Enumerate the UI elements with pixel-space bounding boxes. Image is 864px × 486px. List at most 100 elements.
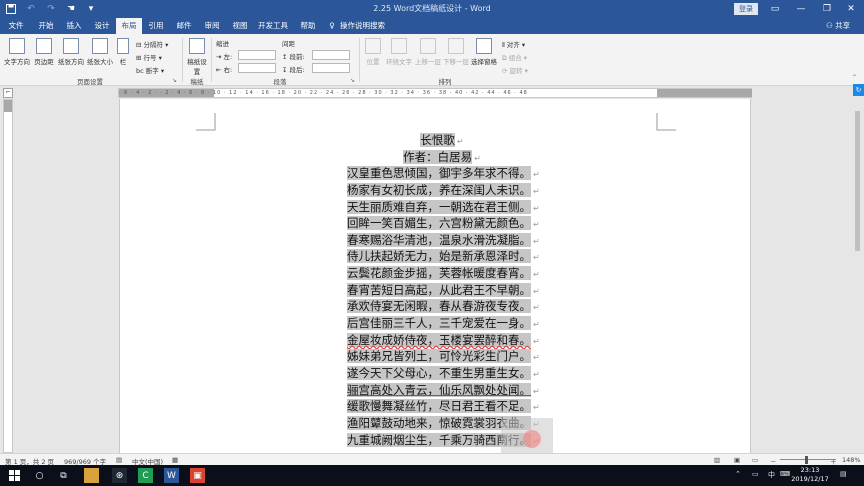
login-button[interactable]: 登录 (734, 3, 758, 15)
indent-right-input[interactable] (238, 63, 276, 73)
tab-insert[interactable]: 插入 (62, 18, 86, 34)
align-button[interactable]: ⫴ 对齐 ▾ (502, 39, 525, 50)
vertical-ruler[interactable] (3, 99, 13, 453)
tell-me-search[interactable]: 操作说明搜索 (340, 18, 396, 34)
web-layout-icon[interactable]: ▭ (752, 456, 758, 464)
tab-developer[interactable]: 开发工具 (256, 18, 290, 34)
tab-file[interactable]: 文件 (4, 18, 28, 34)
tab-selector-icon[interactable]: ⌐ (3, 88, 13, 98)
size-button[interactable]: 纸张大小 (86, 38, 114, 66)
spacing-after-input[interactable] (312, 63, 350, 73)
macro-recording-icon[interactable]: ▦ (172, 456, 178, 464)
poem-text[interactable]: 长恨歌 ↵ 作者：白居易 ↵ 汉皇重色思倾国，御宇多年求不得。 ↵ 杨家有女初长成，养… (347, 132, 540, 448)
size-label: 纸张大小 (87, 58, 113, 66)
page-setup-launcher-icon[interactable]: ↘ (172, 77, 177, 84)
print-layout-icon[interactable]: ▣ (734, 456, 740, 464)
top-margin-shade (4, 100, 12, 112)
line-numbers-label: 行号 (143, 54, 157, 62)
paragraph-launcher-icon[interactable]: ↘ (350, 77, 355, 84)
scrollbar-thumb[interactable] (855, 111, 860, 251)
send-backward-button[interactable]: 下移一层 (442, 38, 470, 66)
tab-design[interactable]: 设计 (90, 18, 114, 34)
indent-left-input[interactable] (238, 50, 276, 60)
close-icon[interactable]: ✕ (838, 0, 864, 18)
tab-help[interactable]: 帮助 (296, 18, 320, 34)
poem-line-text: 春宵苦短日高起，从此君王不早朝。 (347, 282, 531, 297)
network-icon[interactable]: ▭ (752, 470, 759, 478)
group-label: 组合 (508, 54, 522, 62)
wrap-text-icon (391, 38, 407, 54)
spacing-before-text: 段前: (289, 53, 305, 61)
notification-icon[interactable]: ▤ (840, 470, 847, 478)
zoom-level[interactable]: 148% (842, 456, 861, 464)
windows-start-icon[interactable] (7, 468, 22, 483)
zoom-slider[interactable] (780, 459, 836, 460)
share-button[interactable]: ⚇ 共享 (826, 18, 850, 34)
rotate-button[interactable]: ⟳ 旋转 ▾ (502, 65, 528, 75)
selection-pane-button[interactable]: 选择窗格 (470, 38, 498, 66)
system-clock[interactable]: 23:13 2019/12/17 (790, 466, 830, 484)
recorder-icon[interactable]: ▣ (190, 468, 205, 483)
restore-icon[interactable]: ❐ (814, 0, 840, 18)
indent-right-text: 右: (223, 66, 233, 74)
zoom-slider-thumb[interactable] (805, 456, 808, 464)
paragraph-mark: ↵ (533, 203, 540, 213)
paragraph-mark: ↵ (533, 220, 540, 230)
proofing-icon[interactable]: ▤ (116, 456, 122, 464)
line-numbers-button[interactable]: ⊞ 行号 ▾ (136, 52, 162, 62)
document-page[interactable]: 长恨歌 ↵ 作者：白居易 ↵ 汉皇重色思倾国，御宇多年求不得。 ↵ 杨家有女初长成，养… (119, 99, 751, 453)
send-backward-icon (448, 38, 464, 54)
vertical-scrollbar[interactable] (852, 99, 864, 453)
tab-layout[interactable]: 布局 (116, 18, 142, 34)
read-mode-icon[interactable]: ▥ (714, 456, 720, 464)
group-button[interactable]: ⧉ 组合 ▾ (502, 52, 527, 63)
indent-heading: 缩进 (216, 40, 229, 48)
word-icon[interactable]: W (164, 468, 179, 483)
file-explorer-icon[interactable] (84, 468, 99, 483)
hyphenation-label: 断字 (145, 67, 159, 75)
spacing-after-text: 段后: (289, 66, 305, 74)
ribbon-tabs: 文件 开始 插入 设计 布局 引用 邮件 审阅 视图 开发工具 帮助 ♀ 操作说… (0, 18, 864, 34)
spacing-before-input[interactable] (312, 50, 350, 60)
tab-home[interactable]: 开始 (34, 18, 58, 34)
poem-line: 遂今天下父母心，不重生男重生女。 ↵ (347, 365, 540, 382)
breaks-button[interactable]: ⊟ 分隔符 ▾ (136, 39, 168, 49)
side-panel-icon[interactable]: ↻ (853, 84, 864, 96)
position-button[interactable]: 位置 (362, 38, 384, 66)
tab-view[interactable]: 视图 (228, 18, 252, 34)
collapse-ribbon-icon[interactable]: ⌃ (852, 74, 857, 81)
keyboard-icon[interactable]: ⌨ (780, 470, 790, 478)
wrap-text-button[interactable]: 环绕文字 (384, 38, 414, 66)
tab-references[interactable]: 引用 (144, 18, 168, 34)
margins-button[interactable]: 页边距 (33, 38, 55, 66)
task-view-icon[interactable]: ⧉ (56, 468, 71, 483)
search-icon[interactable]: ○ (32, 468, 47, 483)
paragraph-mark: ↵ (474, 153, 481, 163)
manuscript-settings-button[interactable]: 稿纸设置 (186, 38, 208, 76)
columns-icon (117, 38, 129, 54)
hyphenation-button[interactable]: bc 断字 ▾ (136, 65, 164, 75)
ime-indicator[interactable]: 中 (768, 470, 775, 480)
tab-review[interactable]: 审阅 (200, 18, 224, 34)
cursor-highlight (501, 418, 553, 453)
paragraph-mark: ↵ (456, 137, 464, 146)
text-direction-button[interactable]: 文字方向 (3, 38, 31, 66)
margins-icon (36, 38, 52, 54)
horizontal-ruler[interactable]: · 6 · 4 · 2 · · 2 · 4 · 6 · 8 · 10 · 12 … (118, 88, 752, 98)
minimize-icon[interactable]: — (788, 0, 814, 18)
spacing-after-label: ↧ 段后: (282, 64, 305, 74)
app-icon[interactable]: ⊛ (112, 468, 127, 483)
bring-forward-button[interactable]: 上移一层 (414, 38, 442, 66)
ribbon-display-icon[interactable]: ▭ (762, 0, 788, 18)
tray-chevron-icon[interactable]: ⌃ (735, 470, 741, 478)
tab-mailings[interactable]: 邮件 (172, 18, 196, 34)
paper-size-icon (92, 38, 108, 54)
poem-line: 春寒赐浴华清池，温泉水滑洗凝脂。 ↵ (347, 232, 540, 249)
poem-author-text: 作者：白居易 (403, 149, 473, 164)
columns-button[interactable]: 栏 (116, 38, 130, 66)
indent-left-icon: ⇥ (216, 53, 224, 61)
spacing-before-icon: ↥ (282, 53, 290, 61)
orientation-button[interactable]: 纸张方向 (57, 38, 85, 66)
camtasia-icon[interactable]: C (138, 468, 153, 483)
windows-taskbar: ○ ⧉ ⊛ C W ▣ ⌃ ▭ 中 ⌨ 23:13 2019/12/17 ▤ (0, 465, 864, 486)
